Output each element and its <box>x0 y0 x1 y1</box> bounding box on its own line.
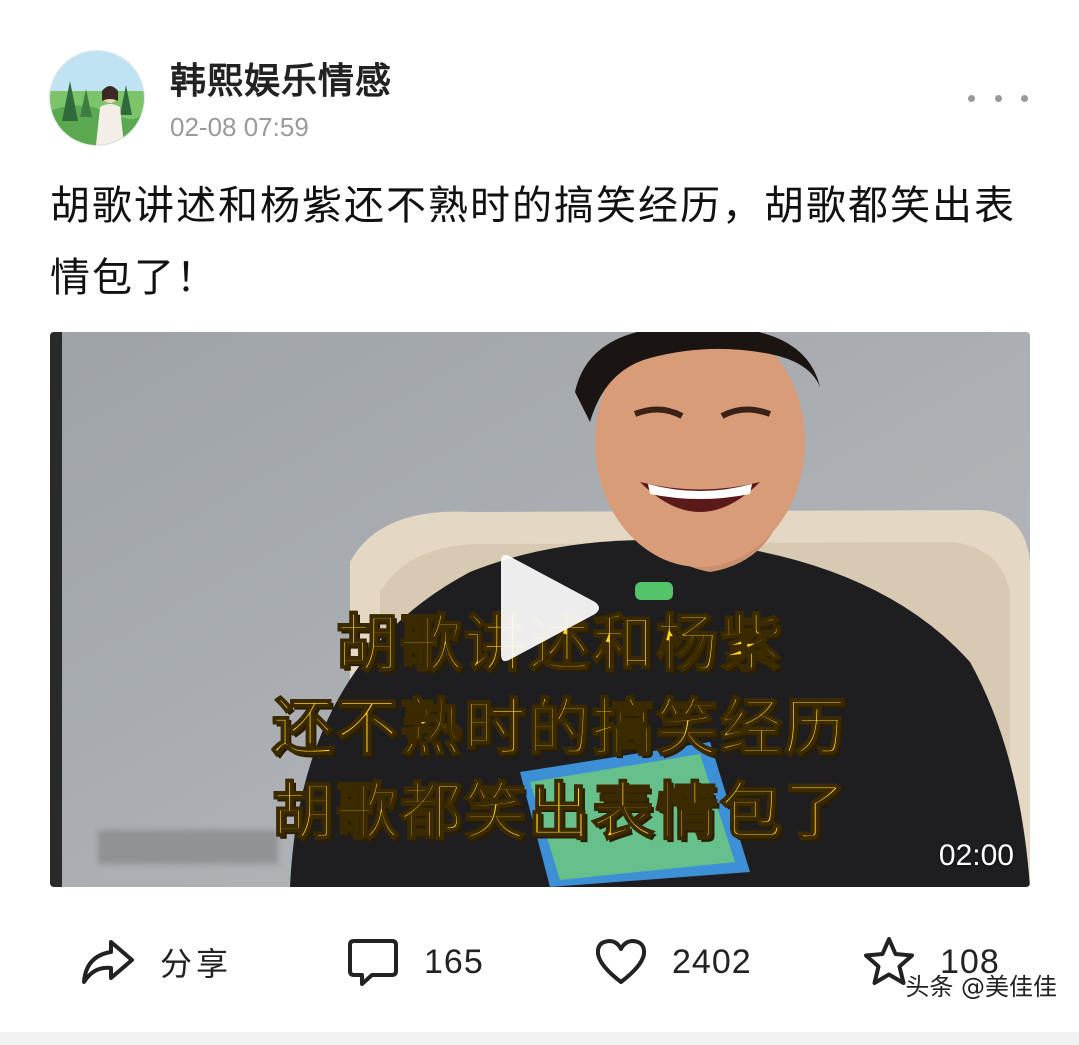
heart-icon <box>595 939 647 984</box>
comment-count: 165 <box>424 942 484 981</box>
caption-line: 还不熟时的搞笑经历 <box>271 690 848 765</box>
video-duration: 02:00 <box>938 839 1014 872</box>
more-options-icon[interactable] <box>968 80 1028 116</box>
post-title[interactable]: 胡歌讲述和杨紫还不熟时的搞笑经历，胡歌都笑出表情包了！ <box>50 170 1030 314</box>
comment-icon <box>348 939 398 986</box>
caption-line: 胡歌都笑出表情包了 <box>271 774 848 849</box>
action-bar: 分享 165 2402 108 头条 @美佳佳 <box>0 910 1079 1020</box>
like-button[interactable]: 2402 <box>594 932 752 992</box>
post-timestamp: 02-08 07:59 <box>170 112 309 142</box>
share-button[interactable]: 分享 <box>80 932 232 992</box>
share-icon <box>82 940 134 984</box>
bottom-divider <box>0 1032 1079 1045</box>
author-avatar[interactable] <box>49 50 145 146</box>
more-dot <box>994 94 1002 102</box>
more-dot <box>968 94 975 102</box>
share-label: 分享 <box>160 945 233 983</box>
avatar-photo-icon <box>50 51 144 145</box>
more-dot <box>1021 94 1028 102</box>
post-header: 韩熙娱乐情感 02-08 07:59 <box>0 0 1079 160</box>
like-count: 2402 <box>672 942 752 981</box>
site-watermark: 头条 @美佳佳 <box>905 973 1057 1001</box>
comment-button[interactable]: 165 <box>346 932 484 992</box>
video-player[interactable]: 胡歌讲述和杨紫 还不熟时的搞笑经历 胡歌都笑出表情包了 02:00 <box>50 332 1030 887</box>
author-name[interactable]: 韩熙娱乐情感 <box>170 52 392 104</box>
play-icon[interactable] <box>495 548 605 668</box>
